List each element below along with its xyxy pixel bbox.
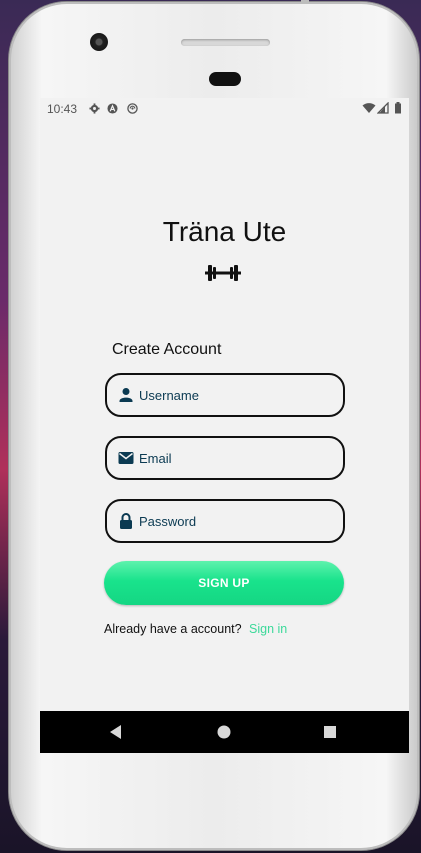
- password-input[interactable]: [139, 501, 334, 541]
- status-time: 10:43: [47, 102, 78, 116]
- status-bar: 10:43: [40, 98, 409, 120]
- wifi-icon: [362, 103, 376, 113]
- front-camera: [90, 33, 108, 51]
- android-studio-icon: [107, 103, 118, 114]
- email-input[interactable]: [139, 438, 334, 478]
- back-icon[interactable]: [106, 722, 126, 742]
- app-screen: 10:43 Träna Ute Create Account Username …: [40, 98, 409, 753]
- lock-icon: [120, 513, 132, 529]
- signin-prompt: Already have a account?: [104, 622, 242, 636]
- gear-icon: [89, 103, 100, 114]
- proximity-sensor: [209, 72, 241, 86]
- app-title: Träna Ute: [162, 216, 287, 247]
- navigation-bar: [40, 711, 409, 753]
- signal-icon: [377, 102, 389, 114]
- home-icon[interactable]: [214, 722, 234, 742]
- battery-icon: [395, 102, 401, 114]
- sign-up-button[interactable]: SIGN UP: [104, 561, 344, 605]
- recents-icon[interactable]: [320, 722, 340, 742]
- dumbbell-icon: [205, 265, 241, 281]
- person-icon: [119, 388, 133, 402]
- mail-icon: [118, 452, 134, 464]
- power-button: [301, 0, 309, 3]
- username-field[interactable]: [105, 373, 345, 417]
- sign-in-link[interactable]: Sign in: [249, 622, 287, 636]
- phone-frame: 10:43 Träna Ute Create Account Username …: [9, 0, 419, 850]
- email-field[interactable]: [105, 436, 345, 480]
- earpiece-speaker: [181, 39, 270, 46]
- username-input[interactable]: [139, 375, 334, 415]
- password-field[interactable]: [105, 499, 345, 543]
- sync-icon: [127, 103, 138, 114]
- form-heading: Create Account: [112, 341, 222, 358]
